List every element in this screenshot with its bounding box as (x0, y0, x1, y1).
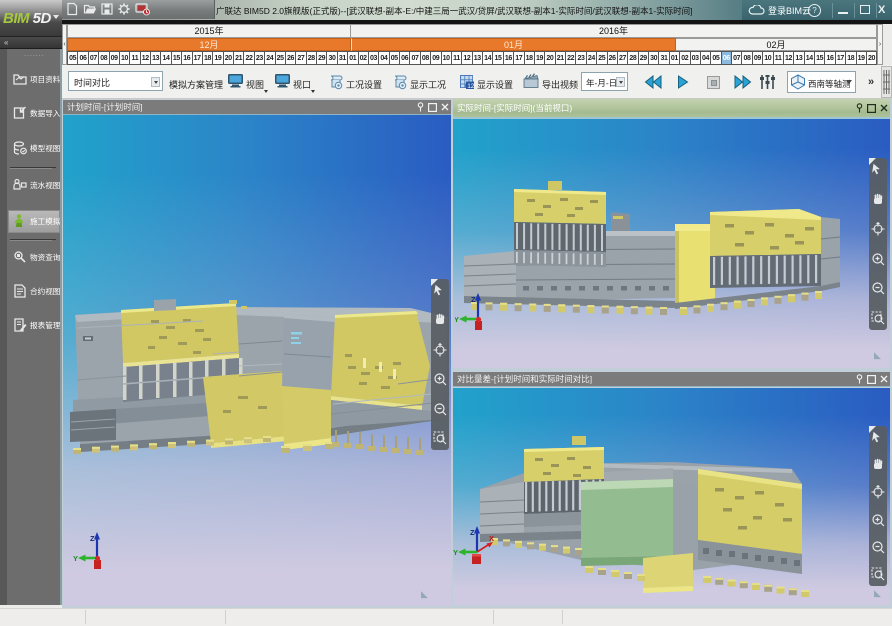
svg-text:12: 12 (467, 83, 475, 90)
